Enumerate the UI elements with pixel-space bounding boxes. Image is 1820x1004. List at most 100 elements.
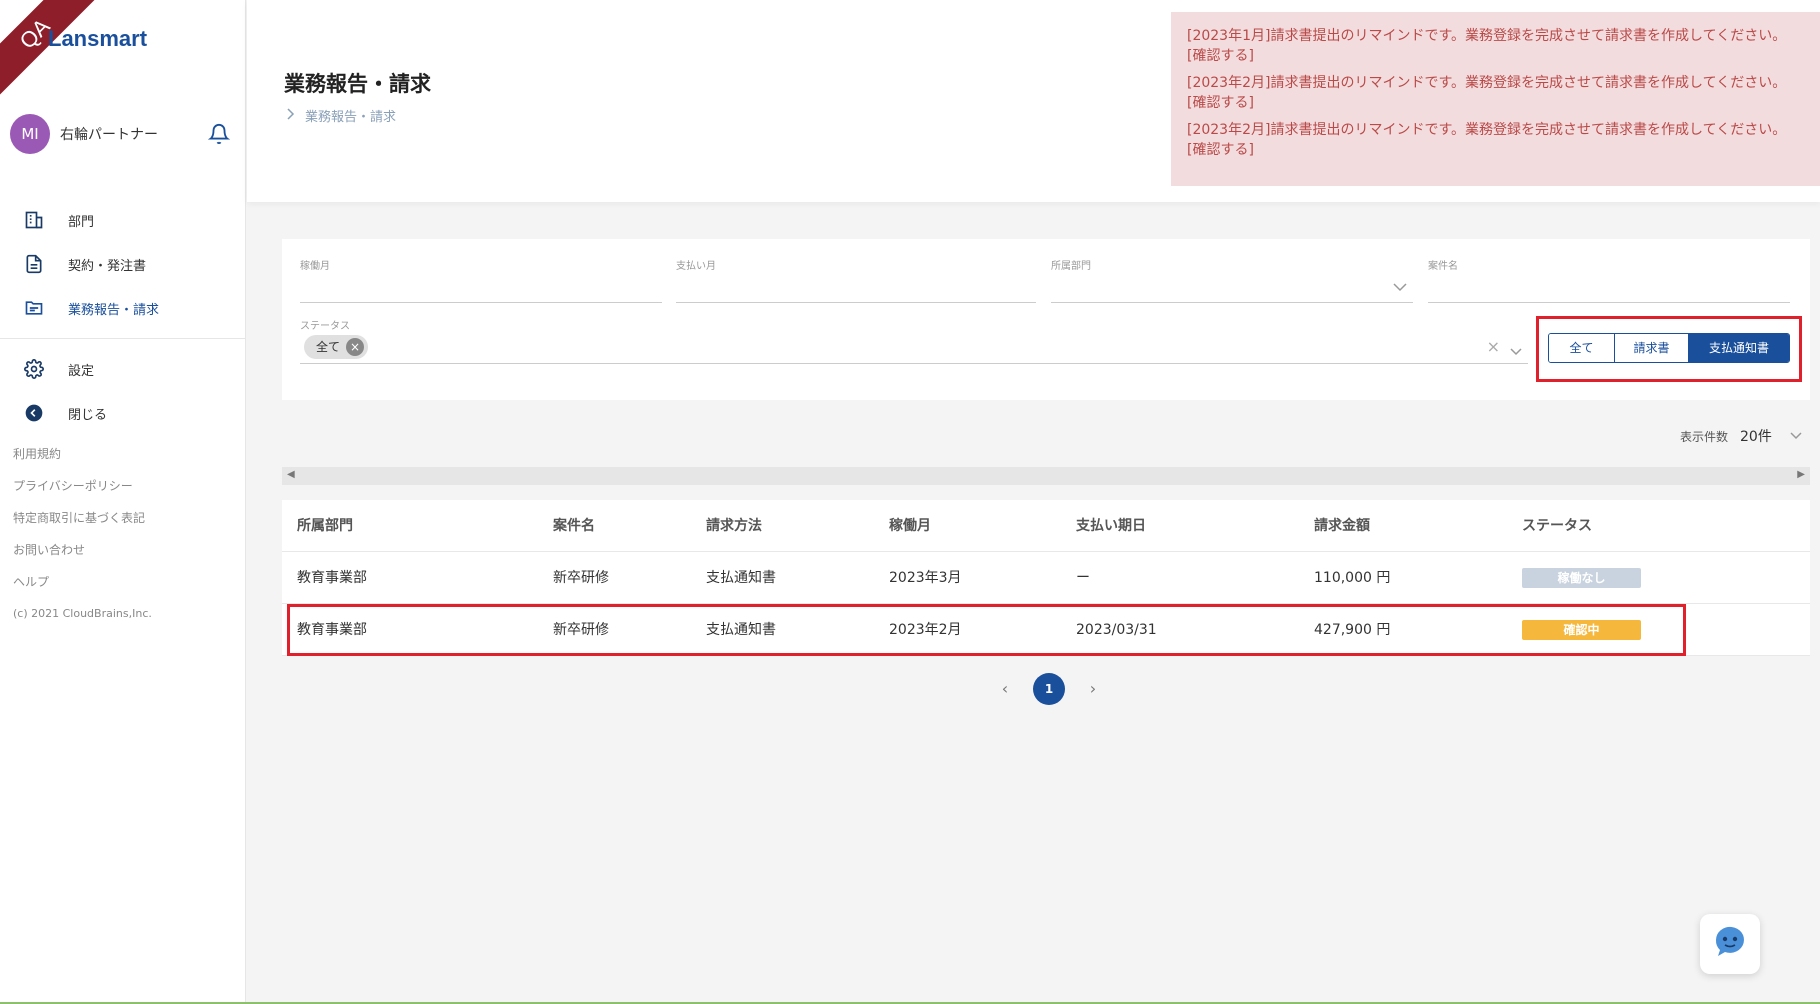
cell-project: 新卒研修 (553, 622, 609, 638)
gear-icon (22, 357, 46, 381)
cell-method: 支払通知書 (706, 570, 776, 586)
cell-due-date: ー (1076, 570, 1090, 586)
segment-invoice[interactable]: 請求書 (1615, 334, 1689, 362)
prev-page-icon[interactable]: ‹ (995, 673, 1015, 705)
field-label: 支払い月 (676, 261, 716, 272)
avatar[interactable]: MI (10, 114, 50, 154)
status-chip: 全て × (304, 335, 369, 359)
breadcrumb-item[interactable]: 業務報告・請求 (305, 106, 396, 125)
user-name: 右輪パートナー (60, 127, 158, 143)
cell-project: 新卒研修 (553, 570, 609, 586)
sidebar-item-close[interactable]: 閉じる (0, 391, 245, 435)
cell-work-month: 2023年2月 (889, 622, 962, 638)
column-header[interactable]: 支払い期日 (1076, 500, 1146, 552)
sidebar-item-label: 設定 (68, 363, 95, 379)
column-header[interactable]: 請求金額 (1314, 500, 1370, 552)
cell-department: 教育事業部 (297, 622, 367, 638)
column-header[interactable]: 案件名 (553, 500, 595, 552)
link-privacy[interactable]: プライバシーポリシー (13, 476, 152, 508)
clear-icon[interactable]: × (1487, 337, 1500, 356)
chevron-right-icon (287, 107, 295, 124)
copyright: (c) 2021 CloudBrains,Inc. (13, 607, 152, 620)
reminder-alert: [2023年1月]請求書提出のリマインドです。業務登録を完成させて請求書を作成し… (1171, 12, 1820, 186)
per-page-value: 20件 (1740, 429, 1772, 445)
document-type-toggle: 全て 請求書 支払通知書 (1548, 333, 1790, 363)
breadcrumb: 業務報告・請求 (287, 106, 396, 125)
cell-amount: 427,900 円 (1314, 622, 1391, 638)
cell-department: 教育事業部 (297, 570, 367, 586)
sidebar-item-departments[interactable]: 部門 (0, 198, 245, 242)
field-label: 所属部門 (1051, 261, 1091, 272)
per-page-select[interactable]: 表示件数 20件 (1680, 426, 1802, 446)
alert-message[interactable]: [2023年2月]請求書提出のリマインドです。業務登録を完成させて請求書を作成し… (1187, 73, 1804, 113)
cell-method: 支払通知書 (706, 622, 776, 638)
cell-amount: 110,000 円 (1314, 570, 1391, 586)
project-field[interactable]: 案件名 (1428, 257, 1790, 303)
chevron-down-icon[interactable] (1510, 341, 1522, 360)
status-select[interactable]: ステータス 全て × × (300, 317, 1528, 364)
alert-message[interactable]: [2023年1月]請求書提出のリマインドです。業務登録を完成させて請求書を作成し… (1187, 26, 1804, 66)
pagination: ‹ 1 › (995, 673, 1103, 705)
chat-bubble-icon (1710, 922, 1750, 966)
sidebar-item-settings[interactable]: 設定 (0, 347, 245, 391)
chat-support-button[interactable] (1700, 914, 1760, 974)
field-label: 案件名 (1428, 261, 1458, 272)
filter-panel: 稼働月 支払い月 所属部門 案件名 ステータス 全て × × 全て 請求書 支払… (282, 239, 1810, 400)
building-icon (22, 208, 46, 232)
chip-remove-icon[interactable]: × (346, 338, 365, 356)
page-title: 業務報告・請求 (284, 72, 431, 96)
column-header[interactable]: 所属部門 (297, 500, 353, 552)
pay-month-field[interactable]: 支払い月 (676, 257, 1036, 303)
cell-due-date: 2023/03/31 (1076, 622, 1157, 638)
sidebar-item-reports[interactable]: 業務報告・請求 (0, 286, 245, 330)
horizontal-scrollbar[interactable]: ◀ ▶ (282, 467, 1810, 485)
folder-icon (22, 296, 46, 320)
sidebar-item-label: 契約・発注書 (68, 258, 147, 274)
segment-all[interactable]: 全て (1549, 334, 1615, 362)
bell-icon[interactable] (207, 123, 231, 145)
divider (0, 338, 245, 339)
sidebar-nav: 部門 契約・発注書 業務報告・請求 設定 閉じる (0, 198, 245, 435)
chevron-down-icon (1790, 429, 1802, 443)
next-page-icon[interactable]: › (1083, 673, 1103, 705)
segment-payment-notice[interactable]: 支払通知書 (1689, 334, 1789, 362)
link-help[interactable]: ヘルプ (13, 572, 152, 604)
table-header-row: 所属部門 案件名 請求方法 稼働月 支払い期日 請求金額 ステータス (282, 500, 1810, 552)
sidebar-item-label: 部門 (68, 214, 95, 230)
sidebar-item-contracts[interactable]: 契約・発注書 (0, 242, 245, 286)
page-number[interactable]: 1 (1033, 673, 1065, 705)
per-page-label: 表示件数 (1680, 429, 1729, 444)
department-select[interactable]: 所属部門 (1051, 257, 1413, 303)
alert-message[interactable]: [2023年2月]請求書提出のリマインドです。業務登録を完成させて請求書を作成し… (1187, 120, 1804, 160)
status-badge: 確認中 (1522, 620, 1641, 640)
sidebar-item-label: 閉じる (68, 407, 108, 423)
link-contact[interactable]: お問い合わせ (13, 540, 152, 572)
scroll-left-icon[interactable]: ◀ (287, 469, 295, 480)
page-header: 業務報告・請求 業務報告・請求 [2023年1月]請求書提出のリマインドです。業… (247, 0, 1820, 202)
cell-status: 確認中 (1522, 604, 1641, 656)
reports-table: 所属部門 案件名 請求方法 稼働月 支払い期日 請求金額 ステータス 教育事業部… (282, 500, 1810, 656)
field-label: 稼働月 (300, 261, 330, 272)
user-profile: MI 右輪パートナー (10, 114, 231, 154)
sidebar-item-label: 業務報告・請求 (68, 302, 160, 318)
chevron-down-icon (1393, 277, 1407, 296)
cell-work-month: 2023年3月 (889, 570, 962, 586)
column-header[interactable]: ステータス (1522, 500, 1592, 552)
chip-label: 全て (316, 340, 341, 354)
arrow-left-circle-icon (22, 401, 46, 425)
table-row[interactable]: 教育事業部 新卒研修 支払通知書 2023年2月 2023/03/31 427,… (282, 604, 1810, 656)
cell-status: 稼働なし (1522, 552, 1641, 604)
column-header[interactable]: 請求方法 (706, 500, 762, 552)
app-logo[interactable]: Lansmart (48, 26, 147, 52)
link-terms[interactable]: 利用規約 (13, 444, 152, 476)
sidebar: QA Lansmart MI 右輪パートナー 部門 契約・発注書 業務報告・請求 (0, 0, 246, 1004)
document-icon (22, 252, 46, 276)
scroll-right-icon[interactable]: ▶ (1797, 469, 1805, 480)
status-badge: 稼働なし (1522, 568, 1641, 588)
table-row[interactable]: 教育事業部 新卒研修 支払通知書 2023年3月 ー 110,000 円 稼働な… (282, 552, 1810, 604)
field-label: ステータス (300, 321, 350, 332)
footer-links: 利用規約 プライバシーポリシー 特定商取引に基づく表記 お問い合わせ ヘルプ (… (13, 444, 152, 636)
column-header[interactable]: 稼働月 (889, 500, 931, 552)
link-commerce-law[interactable]: 特定商取引に基づく表記 (13, 508, 152, 540)
work-month-field[interactable]: 稼働月 (300, 257, 662, 303)
